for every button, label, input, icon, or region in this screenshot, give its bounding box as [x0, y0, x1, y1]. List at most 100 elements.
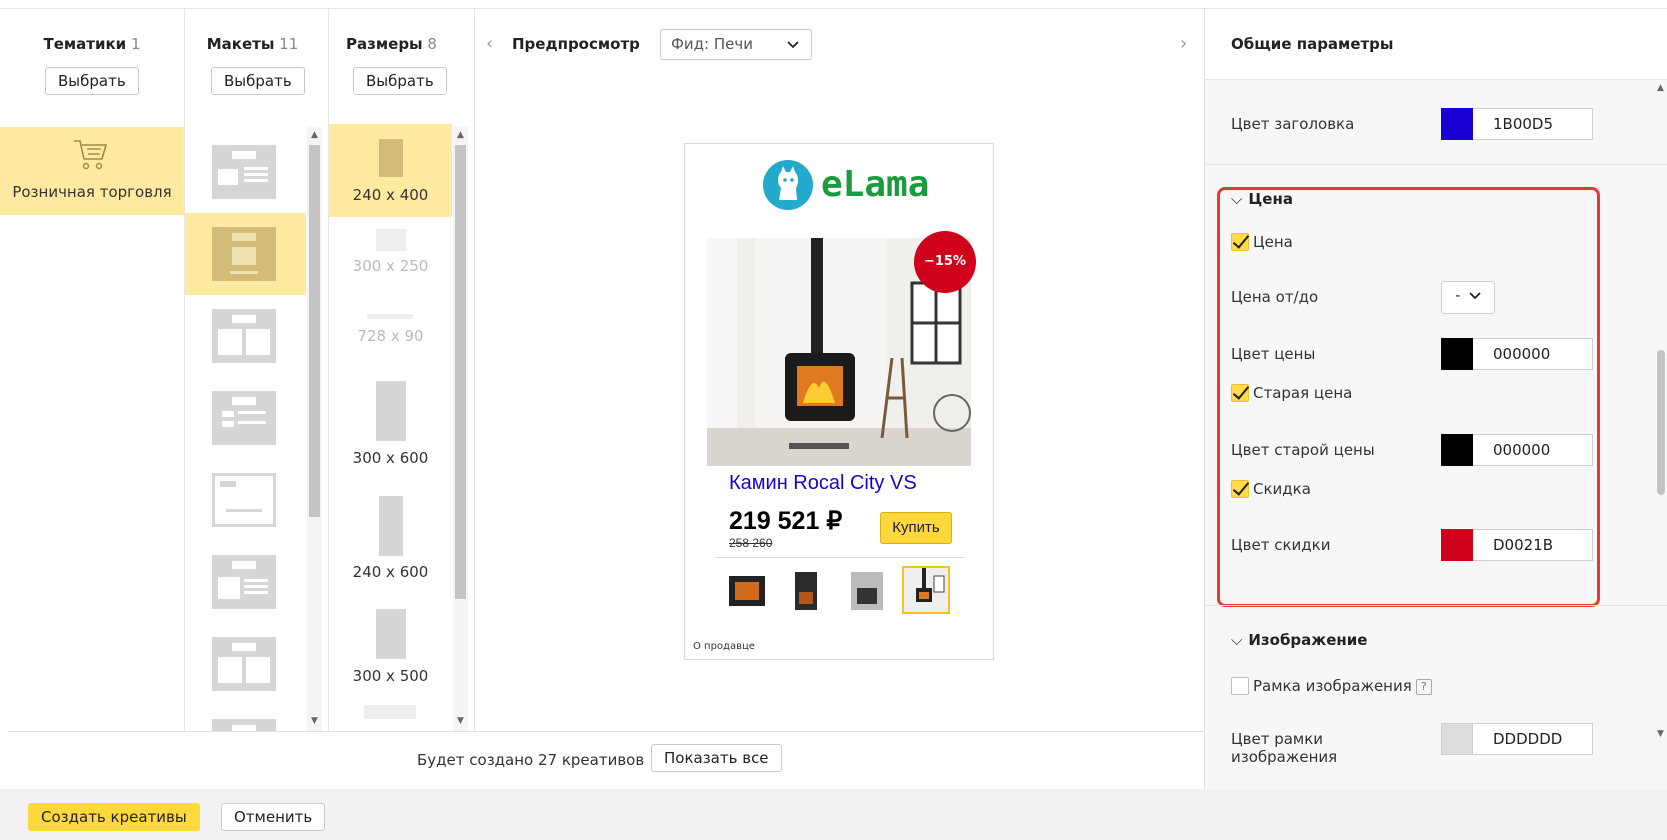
product-thumbnail-selected[interactable] [902, 566, 950, 614]
llama-logo-icon [763, 160, 813, 210]
layout-item[interactable] [185, 295, 306, 377]
top-border [0, 0, 1667, 9]
layout-item-selected[interactable] [185, 213, 306, 295]
size-item[interactable]: 300 x 250 [329, 224, 452, 284]
settings-panel-header: Общие параметры [1205, 9, 1667, 80]
size-label: 300 x 250 [352, 257, 429, 275]
layouts-column: Макеты 11 Выбрать ▲ ▼ [185, 9, 329, 731]
layout-item[interactable] [185, 541, 306, 623]
image-frame-color-label: Цвет рамки изображения [1231, 730, 1337, 766]
bottom-divider [8, 731, 1204, 732]
settings-scrollbar[interactable]: ▲ ▼ [1653, 80, 1667, 789]
create-creatives-button[interactable]: Создать креативы [28, 803, 200, 831]
image-frame-label-text: Рамка изображения [1253, 677, 1412, 695]
layouts-header: Макеты 11 [185, 35, 320, 53]
scroll-up-arrow[interactable]: ▲ [307, 129, 322, 141]
product-price: 219 521 ₽ [729, 507, 843, 535]
product-title[interactable]: Камин Rocal City VS [729, 472, 917, 495]
themes-column: Тематики 1 Выбрать Розничная торговля [0, 9, 185, 731]
help-icon[interactable]: ? [1415, 679, 1432, 695]
cart-icon [74, 140, 108, 170]
scroll-down-arrow[interactable]: ▼ [307, 715, 322, 727]
layouts-title: Макеты [206, 35, 275, 53]
image-frame-checkbox[interactable] [1231, 677, 1249, 695]
theme-item-retail[interactable]: Розничная торговля [0, 127, 184, 215]
chevron-down-icon [787, 41, 799, 49]
sizes-count: 8 [427, 35, 437, 53]
size-preview-shape [379, 496, 403, 556]
image-frame-color-label-line2: изображения [1231, 748, 1338, 766]
product-thumbnail[interactable] [843, 566, 891, 614]
scroll-up-arrow[interactable]: ▲ [453, 129, 468, 141]
size-item-selected[interactable]: 240 x 400 [329, 124, 452, 217]
image-frame-color-swatch[interactable] [1441, 723, 1473, 755]
size-preview-shape [367, 314, 413, 319]
layouts-scrollbar[interactable]: ▲ ▼ [307, 127, 322, 731]
ad-preview: eLama −15% Камин Rocal City VS 219 521 ₽… [684, 143, 994, 660]
layout-item[interactable] [185, 459, 306, 541]
layout-thumbnail [212, 555, 276, 609]
scroll-thumb[interactable] [1657, 350, 1665, 495]
size-preview-shape [379, 139, 403, 177]
size-preview-shape [376, 229, 406, 251]
size-item[interactable]: 728 x 90 [329, 307, 452, 357]
seller-link[interactable]: О продавце [693, 641, 755, 652]
section-divider [1205, 164, 1667, 165]
layout-item[interactable] [185, 131, 306, 213]
size-label: 728 x 90 [357, 327, 424, 345]
product-thumbnail[interactable] [723, 566, 771, 614]
size-preview-shape [376, 609, 406, 659]
feed-select[interactable]: Фид: Печи [660, 29, 812, 60]
chevron-down-icon: ⌵ [1231, 631, 1243, 649]
price-section-highlight [1217, 187, 1600, 607]
size-label: 300 x 500 [352, 667, 429, 685]
product-thumbnail[interactable] [783, 566, 831, 614]
size-item[interactable]: 300 x 500 [329, 601, 452, 696]
chevron-left-icon[interactable]: ‹ [486, 33, 493, 54]
show-all-button[interactable]: Показать все [651, 744, 782, 772]
layout-thumbnail [212, 391, 276, 445]
layout-item[interactable] [185, 623, 306, 705]
layout-thumbnail [212, 309, 276, 363]
chevron-right-icon[interactable]: › [1180, 33, 1187, 54]
sizes-title: Размеры [346, 35, 423, 53]
themes-count: 1 [130, 35, 141, 53]
header-color-label: Цвет заголовка [1231, 115, 1355, 133]
cancel-button[interactable]: Отменить [221, 803, 326, 831]
size-label: 300 x 600 [352, 449, 429, 467]
scroll-up-arrow[interactable]: ▲ [1653, 82, 1667, 94]
image-section-title: Изображение [1248, 631, 1368, 649]
themes-select-button[interactable]: Выбрать [45, 67, 139, 95]
image-frame-color-label-line1: Цвет рамки [1231, 730, 1324, 748]
sizes-select-button[interactable]: Выбрать [353, 67, 447, 95]
size-item[interactable]: 300 x 600 [329, 374, 452, 474]
themes-header: Тематики 1 [0, 35, 184, 53]
scroll-thumb[interactable] [455, 145, 466, 599]
buy-button[interactable]: Купить [880, 512, 952, 544]
size-label: 240 x 400 [352, 186, 429, 204]
settings-panel-title: Общие параметры [1231, 35, 1394, 53]
sizes-column: Размеры 8 Выбрать 240 x 400 300 x 250 72… [329, 9, 475, 731]
sizes-scrollbar[interactable]: ▲ ▼ [453, 127, 468, 731]
scroll-thumb[interactable] [309, 145, 320, 517]
layout-thumbnail [212, 145, 276, 199]
product-old-price: 258 260 [729, 536, 773, 550]
feed-select-value: Фид: Печи [671, 35, 753, 53]
layout-item[interactable] [185, 377, 306, 459]
discount-badge: −15% [914, 231, 976, 293]
created-count-text: Будет создано 27 креативов [417, 751, 645, 769]
image-frame-color-input[interactable]: DDDDDD [1473, 723, 1593, 755]
image-section-header[interactable]: ⌵ Изображение [1231, 631, 1367, 649]
size-item[interactable]: 240 x 600 [329, 489, 452, 589]
image-frame-checkbox-label: Рамка изображения? [1253, 677, 1432, 695]
layout-thumbnail [212, 637, 276, 691]
sizes-header: Размеры 8 [329, 35, 454, 53]
layout-item-partial [212, 719, 276, 731]
header-color-swatch[interactable] [1441, 108, 1473, 140]
layouts-select-button[interactable]: Выбрать [211, 67, 305, 95]
header-color-input[interactable]: 1B00D5 [1473, 108, 1593, 140]
size-label: 240 x 600 [352, 563, 429, 581]
layouts-count: 11 [279, 35, 299, 53]
scroll-down-arrow[interactable]: ▼ [453, 715, 468, 727]
scroll-down-arrow[interactable]: ▼ [1653, 728, 1667, 740]
